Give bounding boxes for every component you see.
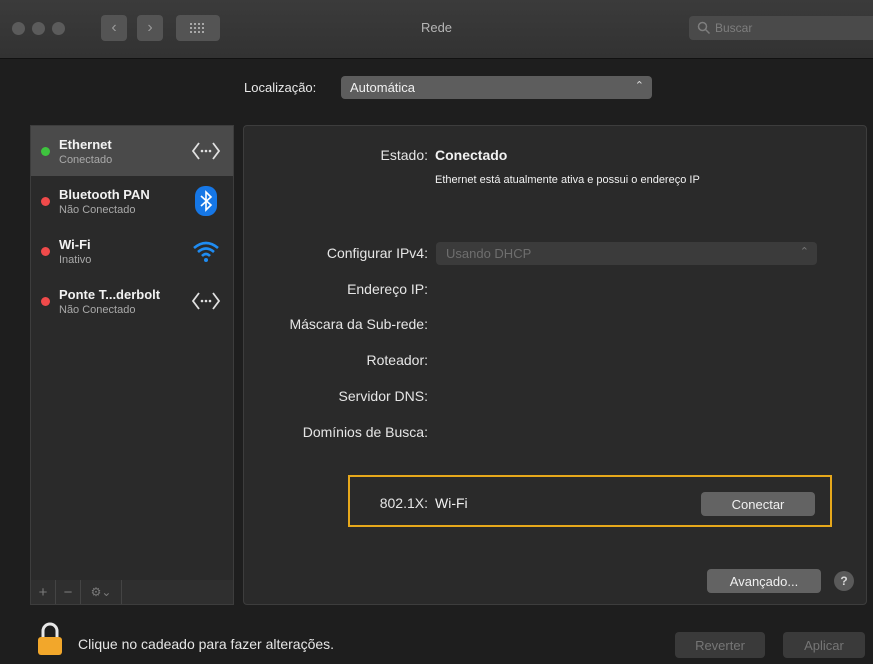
status-dot: [41, 297, 50, 306]
location-value: Automática: [350, 80, 416, 95]
help-button[interactable]: ?: [834, 571, 854, 591]
lock-message: Clique no cadeado para fazer alterações.: [78, 636, 335, 652]
dot1x-label: 802.1X:: [379, 495, 428, 511]
service-name: Wi-Fi: [59, 237, 91, 252]
ipv4-value: Usando DHCP: [446, 246, 532, 261]
router-label: Roteador:: [366, 352, 428, 368]
location-select[interactable]: Automática ⌃: [341, 76, 652, 99]
service-status: Não Conectado: [59, 304, 136, 316]
revert-button[interactable]: Reverter: [675, 632, 765, 658]
status-dot: [41, 147, 50, 156]
select-arrows-icon: ⌃: [634, 80, 644, 92]
state-description: Ethernet está atualmente ativa e possui …: [435, 174, 700, 186]
bluetooth-icon: [191, 186, 221, 216]
dns-server-label: Servidor DNS:: [338, 388, 428, 404]
search-field[interactable]: Buscar: [689, 16, 873, 40]
service-item-ethernet[interactable]: Ethernet Conectado: [31, 126, 233, 176]
status-dot: [41, 197, 50, 206]
location-label: Localização:: [244, 80, 317, 95]
search-icon: [697, 21, 711, 35]
remove-service-button[interactable]: −: [56, 580, 81, 604]
sidebar-toolbar: + − ⚙⌄: [30, 580, 234, 605]
add-service-button[interactable]: +: [31, 580, 56, 604]
service-item-thunderbolt-bridge[interactable]: Ponte T...derbolt Não Conectado: [31, 276, 233, 326]
service-name: Bluetooth PAN: [59, 187, 150, 202]
configure-ipv4-label: Configurar IPv4:: [326, 245, 428, 261]
advanced-button[interactable]: Avançado...: [707, 569, 821, 593]
service-name: Ethernet: [59, 137, 112, 152]
service-item-wifi[interactable]: Wi-Fi Inativo: [31, 226, 233, 276]
ethernet-icon: [191, 136, 221, 166]
service-status: Não Conectado: [59, 204, 136, 216]
wifi-icon: [191, 236, 221, 266]
search-domains-label: Domínios de Busca:: [302, 424, 428, 440]
connect-button[interactable]: Conectar: [701, 492, 815, 516]
ip-address-label: Endereço IP:: [347, 281, 428, 297]
subnet-mask-label: Máscara da Sub-rede:: [289, 316, 428, 332]
dot1x-value: Wi-Fi: [435, 495, 468, 511]
service-status: Inativo: [59, 254, 92, 266]
lock-button[interactable]: [37, 622, 63, 656]
lock-icon: [38, 622, 62, 655]
status-dot: [41, 247, 50, 256]
apply-button[interactable]: Aplicar: [783, 632, 865, 658]
configure-ipv4-select[interactable]: Usando DHCP ⌃: [436, 242, 817, 265]
service-item-bluetooth-pan[interactable]: Bluetooth PAN Não Conectado: [31, 176, 233, 226]
select-arrows-icon: ⌃: [799, 246, 809, 258]
service-status: Conectado: [59, 154, 113, 166]
service-list[interactable]: Ethernet Conectado Bluetooth PAN Não Con…: [30, 125, 234, 581]
state-label: Estado:: [380, 147, 428, 163]
service-name: Ponte T...derbolt: [59, 287, 161, 302]
search-placeholder: Buscar: [715, 21, 753, 35]
state-value: Conectado: [435, 147, 508, 163]
ethernet-icon: [191, 286, 221, 316]
gear-menu-button[interactable]: ⚙⌄: [81, 580, 122, 604]
